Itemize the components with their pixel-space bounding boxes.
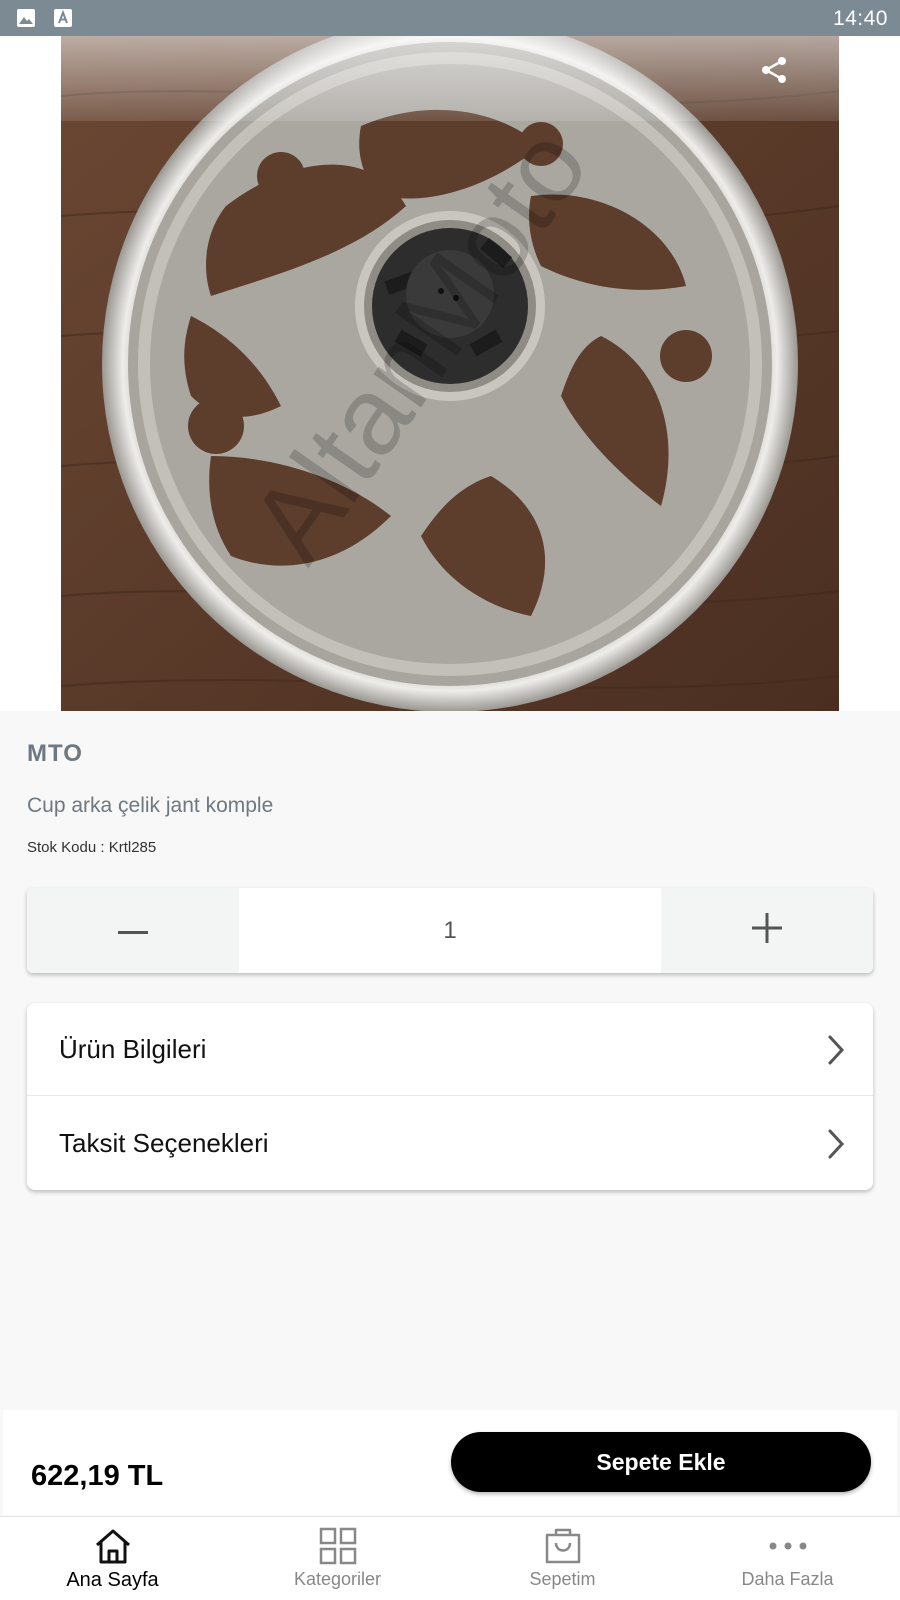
- quantity-value[interactable]: 1: [239, 888, 661, 973]
- bottom-navigation: Ana Sayfa Kategoriler Sepetim Daha Fazla: [0, 1516, 900, 1600]
- plus-icon: [752, 913, 782, 948]
- product-name: Cup arka çelik jant komple: [27, 794, 274, 817]
- product-price: 622,19 TL: [31, 1460, 164, 1492]
- chevron-right-icon: [827, 1129, 845, 1164]
- text-a-icon: [54, 9, 72, 27]
- installment-options-label: Taksit Seçenekleri: [59, 1128, 269, 1158]
- product-photo: AltanMoto: [61, 36, 839, 711]
- nav-home-label: Ana Sayfa: [66, 1569, 159, 1591]
- nav-categories-label: Kategoriler: [293, 1569, 382, 1589]
- purchase-bar: 622,19 TL Sepete Ekle: [3, 1410, 897, 1515]
- nav-home[interactable]: Ana Sayfa: [0, 1517, 225, 1600]
- product-image-area[interactable]: AltanMoto: [0, 36, 900, 711]
- product-info-card: Ürün Bilgileri Taksit Seçenekleri: [27, 1003, 873, 1190]
- share-icon: [760, 56, 788, 89]
- home-icon: [93, 1527, 133, 1570]
- chevron-left-icon: [36, 56, 52, 89]
- status-time: 14:40: [832, 7, 888, 30]
- image-icon: [17, 9, 35, 27]
- stock-code: Stok Kodu : Krtl285: [27, 839, 157, 856]
- installment-options-row[interactable]: Taksit Seçenekleri: [27, 1097, 873, 1190]
- chevron-right-icon: [827, 1035, 845, 1070]
- nav-cart[interactable]: Sepetim: [450, 1517, 675, 1600]
- back-button[interactable]: [22, 50, 66, 94]
- nav-cart-label: Sepetim: [529, 1569, 596, 1589]
- nav-more[interactable]: Daha Fazla: [675, 1517, 900, 1600]
- nav-more-label: Daha Fazla: [741, 1569, 834, 1589]
- minus-icon: [118, 922, 148, 940]
- quantity-increase-button[interactable]: [661, 888, 873, 973]
- nav-categories[interactable]: Kategoriler: [225, 1517, 450, 1600]
- shopping-bag-icon: [544, 1527, 582, 1570]
- product-details-row[interactable]: Ürün Bilgileri: [27, 1003, 873, 1096]
- grid-icon: [319, 1527, 357, 1570]
- product-brand: MTO: [27, 740, 83, 767]
- quantity-decrease-button[interactable]: [27, 888, 239, 973]
- quantity-stepper: 1: [27, 888, 873, 973]
- status-bar: 14:40: [0, 0, 900, 36]
- product-details-label: Ürün Bilgileri: [59, 1033, 207, 1064]
- add-to-cart-button[interactable]: Sepete Ekle: [451, 1432, 871, 1492]
- more-dots-icon: [768, 1527, 808, 1570]
- share-button[interactable]: [752, 50, 796, 94]
